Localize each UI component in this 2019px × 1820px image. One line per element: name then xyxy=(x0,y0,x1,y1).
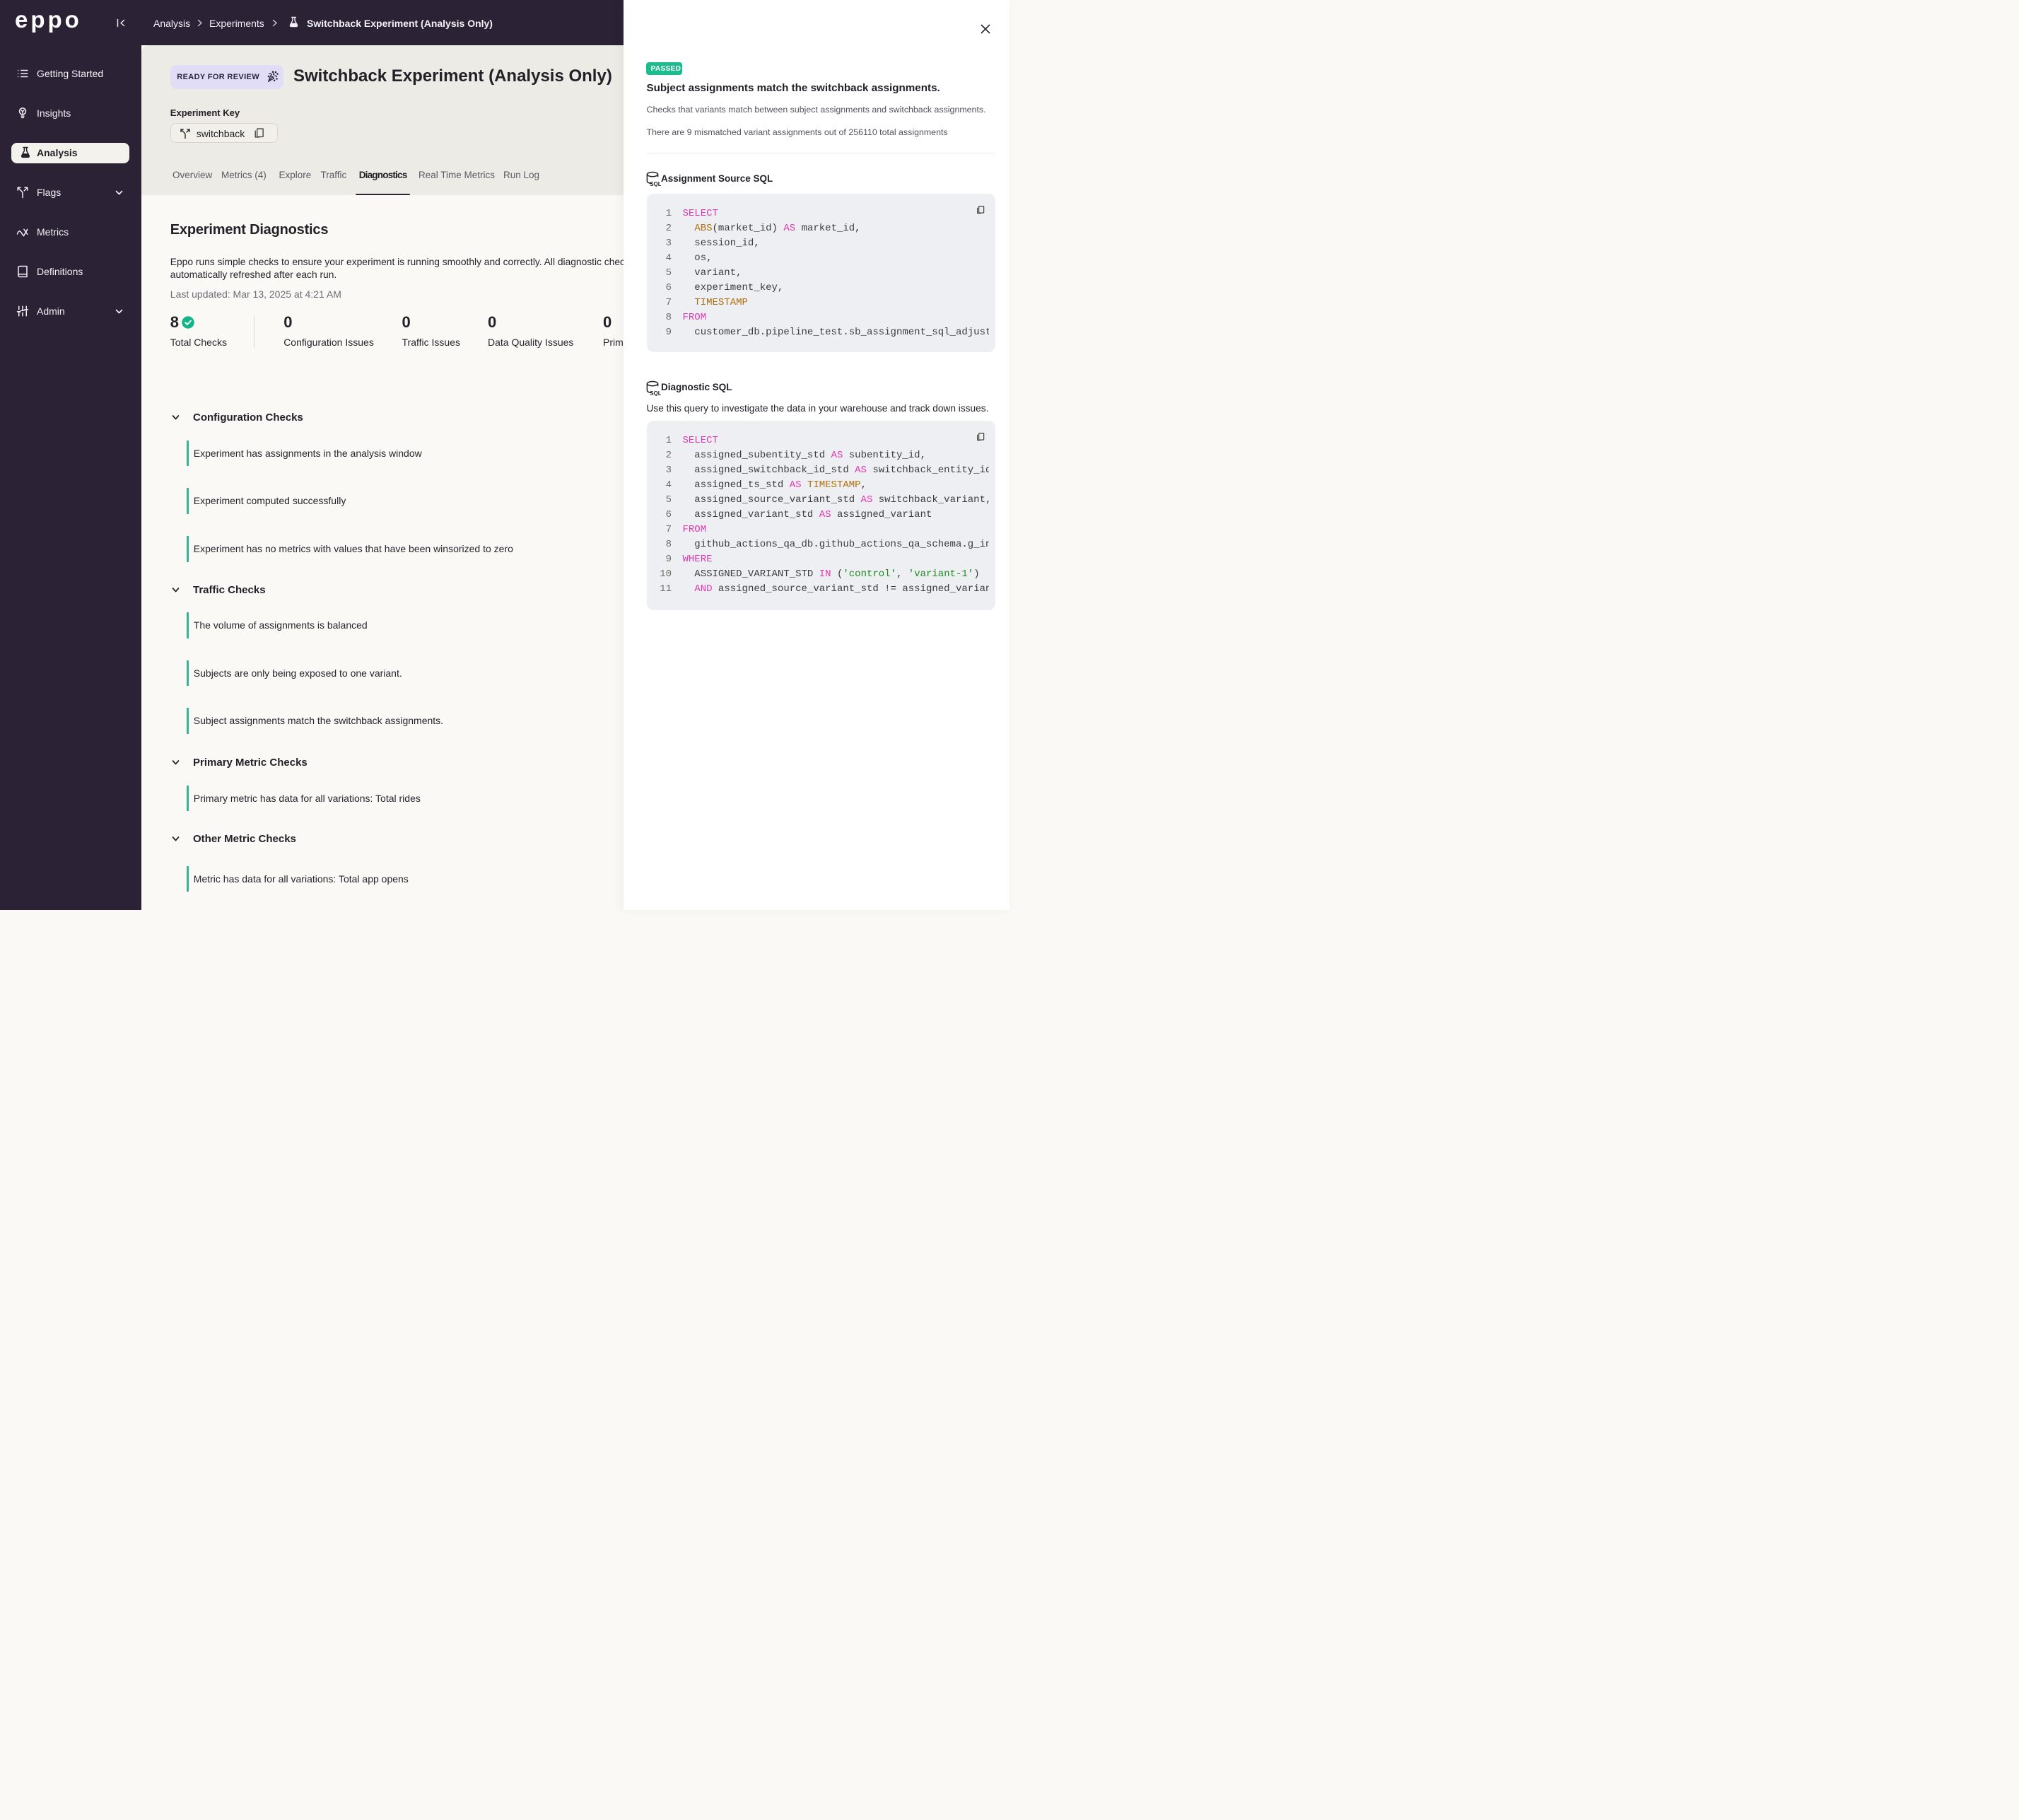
svg-text:SQL: SQL xyxy=(650,181,661,187)
svg-text:SQL: SQL xyxy=(650,390,661,396)
